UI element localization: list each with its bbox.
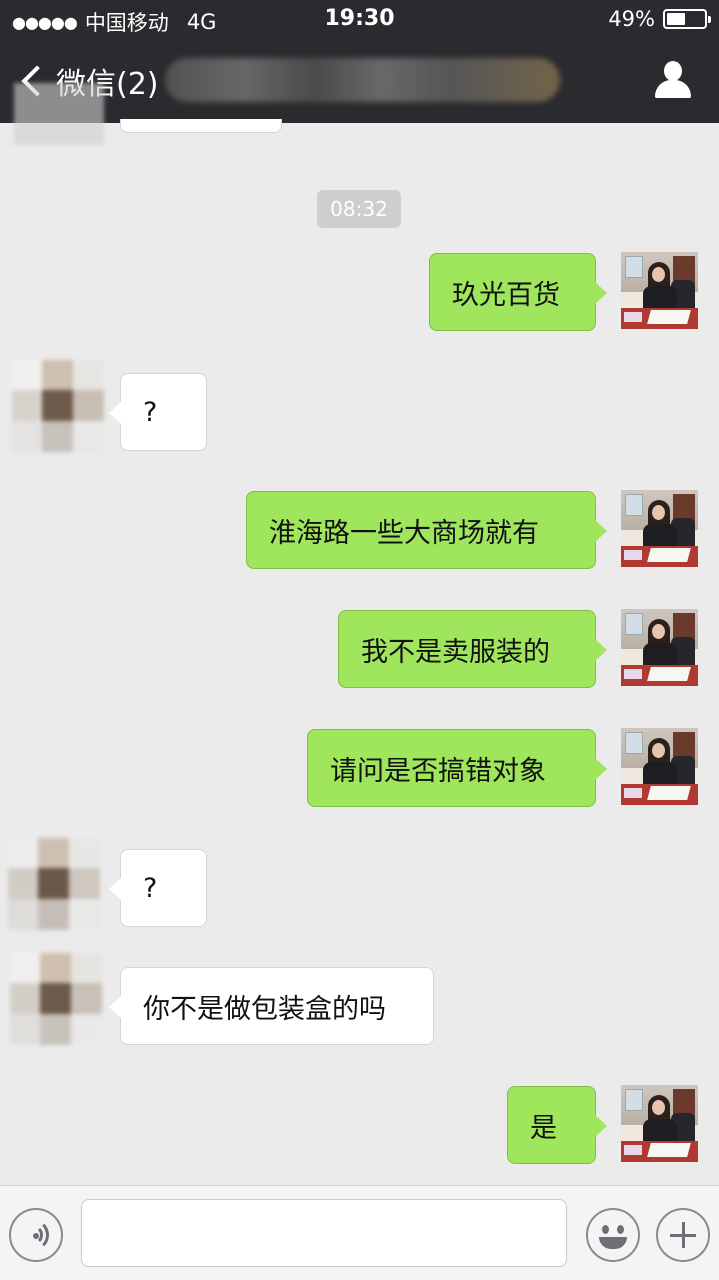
avatar-me-face	[652, 624, 665, 639]
avatar-other-tile	[38, 868, 70, 900]
avatar-other-tile	[72, 420, 104, 452]
avatar-me-window	[625, 1089, 643, 1111]
avatar-other-tile	[68, 838, 100, 870]
avatar-other-tile	[68, 898, 100, 930]
emoji-icon[interactable]	[586, 1208, 640, 1262]
avatar-other-tile	[8, 868, 40, 900]
avatar-other-tile	[38, 838, 70, 870]
avatar-me-paper-2	[624, 312, 642, 322]
avatar-other-tile	[42, 420, 74, 452]
avatar-other-tile	[70, 1013, 102, 1045]
avatar-other[interactable]	[8, 838, 100, 930]
avatar-me-paper	[647, 667, 691, 681]
avatar-other-tile	[70, 983, 102, 1015]
battery-icon	[663, 9, 711, 29]
avatar-me-window	[625, 732, 643, 754]
battery-percent: 49%	[608, 7, 655, 31]
avatar-me[interactable]	[621, 252, 698, 329]
avatar-other[interactable]	[10, 953, 102, 1045]
avatar-me-face	[652, 743, 665, 758]
message-text: ?	[143, 396, 158, 428]
avatar-other[interactable]	[14, 83, 104, 145]
message-bubble-received[interactable]: ?	[109, 373, 207, 451]
message-bubble-sent[interactable]: 是	[507, 1086, 607, 1164]
avatar-me-face	[652, 1100, 665, 1115]
contact-name-blurred	[165, 58, 560, 102]
message-text: 你不是做包装盒的吗	[143, 993, 386, 1025]
chat-area[interactable]: 08:32 玖光百货 ? 淮海路一些大商场就有 我不是卖服装的 请问是否搞错对象…	[0, 83, 719, 1185]
avatar-me-face	[652, 267, 665, 282]
message-text: 玖光百货	[452, 279, 560, 311]
message-timestamp: 08:32	[317, 190, 401, 228]
avatar-other-tile	[40, 953, 72, 985]
avatar-me[interactable]	[621, 490, 698, 567]
avatar-other-tile	[10, 953, 42, 985]
message-text: 是	[530, 1112, 557, 1144]
avatar-me[interactable]	[621, 609, 698, 686]
plus-icon[interactable]	[656, 1208, 710, 1262]
avatar-me-paper	[647, 310, 691, 324]
avatar-me[interactable]	[621, 1085, 698, 1162]
avatar-other-tile	[68, 868, 100, 900]
previous-message-bubble	[120, 119, 282, 133]
avatar-other-tile	[42, 390, 74, 422]
avatar-me-paper	[647, 548, 691, 562]
emoji-icon-mouth	[599, 1237, 627, 1249]
avatar-other-tile	[10, 1013, 42, 1045]
input-bar	[0, 1185, 719, 1280]
plus-icon-vertical	[682, 1222, 685, 1248]
avatar-me-paper	[647, 786, 691, 800]
message-bubble-sent[interactable]: 淮海路一些大商场就有	[246, 491, 607, 569]
avatar-me-window	[625, 256, 643, 278]
avatar-me-paper-2	[624, 1145, 642, 1155]
avatar-me-window	[625, 613, 643, 635]
avatar-other-tile	[40, 983, 72, 1015]
avatar-other-tile	[70, 953, 102, 985]
message-text: 我不是卖服装的	[361, 636, 550, 668]
status-right: 49%	[608, 7, 711, 31]
person-icon[interactable]	[653, 60, 693, 100]
avatar-me-paper-2	[624, 669, 642, 679]
avatar-other-tile	[12, 420, 44, 452]
message-text: 淮海路一些大商场就有	[269, 517, 539, 549]
message-bubble-sent[interactable]: 玖光百货	[429, 253, 607, 331]
message-bubble-sent[interactable]: 我不是卖服装的	[338, 610, 607, 688]
navigation-bar: 微信(2)	[0, 40, 719, 123]
person-icon-head	[664, 61, 682, 81]
avatar-other-tile	[40, 1013, 72, 1045]
avatar-me-face	[652, 505, 665, 520]
message-text: ?	[143, 872, 158, 904]
message-text: 请问是否搞错对象	[330, 755, 546, 787]
emoji-icon-right-eye	[617, 1225, 624, 1234]
avatar-other-tile	[10, 983, 42, 1015]
message-bubble-sent[interactable]: 请问是否搞错对象	[307, 729, 607, 807]
voice-icon-wave-outer	[17, 1219, 49, 1251]
avatar-other-tile	[72, 390, 104, 422]
voice-icon[interactable]	[9, 1208, 63, 1262]
message-bubble-received[interactable]: 你不是做包装盒的吗	[109, 967, 434, 1045]
avatar-other-tile	[42, 360, 74, 392]
avatar-other[interactable]	[12, 360, 104, 452]
avatar-other-tile	[12, 390, 44, 422]
avatar-other-tile	[72, 360, 104, 392]
avatar-me-paper-2	[624, 550, 642, 560]
avatar-other-tile	[12, 360, 44, 392]
person-icon-body	[655, 80, 691, 98]
avatar-other-tile	[8, 838, 40, 870]
emoji-icon-left-eye	[602, 1225, 609, 1234]
top-bar: ●●●●● 中国移动 4G 19:30 49% 微信(2)	[0, 0, 719, 123]
message-bubble-received[interactable]: ?	[109, 849, 207, 927]
avatar-other-tile	[8, 898, 40, 930]
avatar-me-paper	[647, 1143, 691, 1157]
status-bar: ●●●●● 中国移动 4G 19:30 49%	[0, 0, 719, 40]
avatar-other-tile	[38, 898, 70, 930]
avatar-me-paper-2	[624, 788, 642, 798]
message-input[interactable]	[81, 1199, 567, 1267]
avatar-me-window	[625, 494, 643, 516]
battery-fill	[667, 13, 685, 25]
avatar-me[interactable]	[621, 728, 698, 805]
